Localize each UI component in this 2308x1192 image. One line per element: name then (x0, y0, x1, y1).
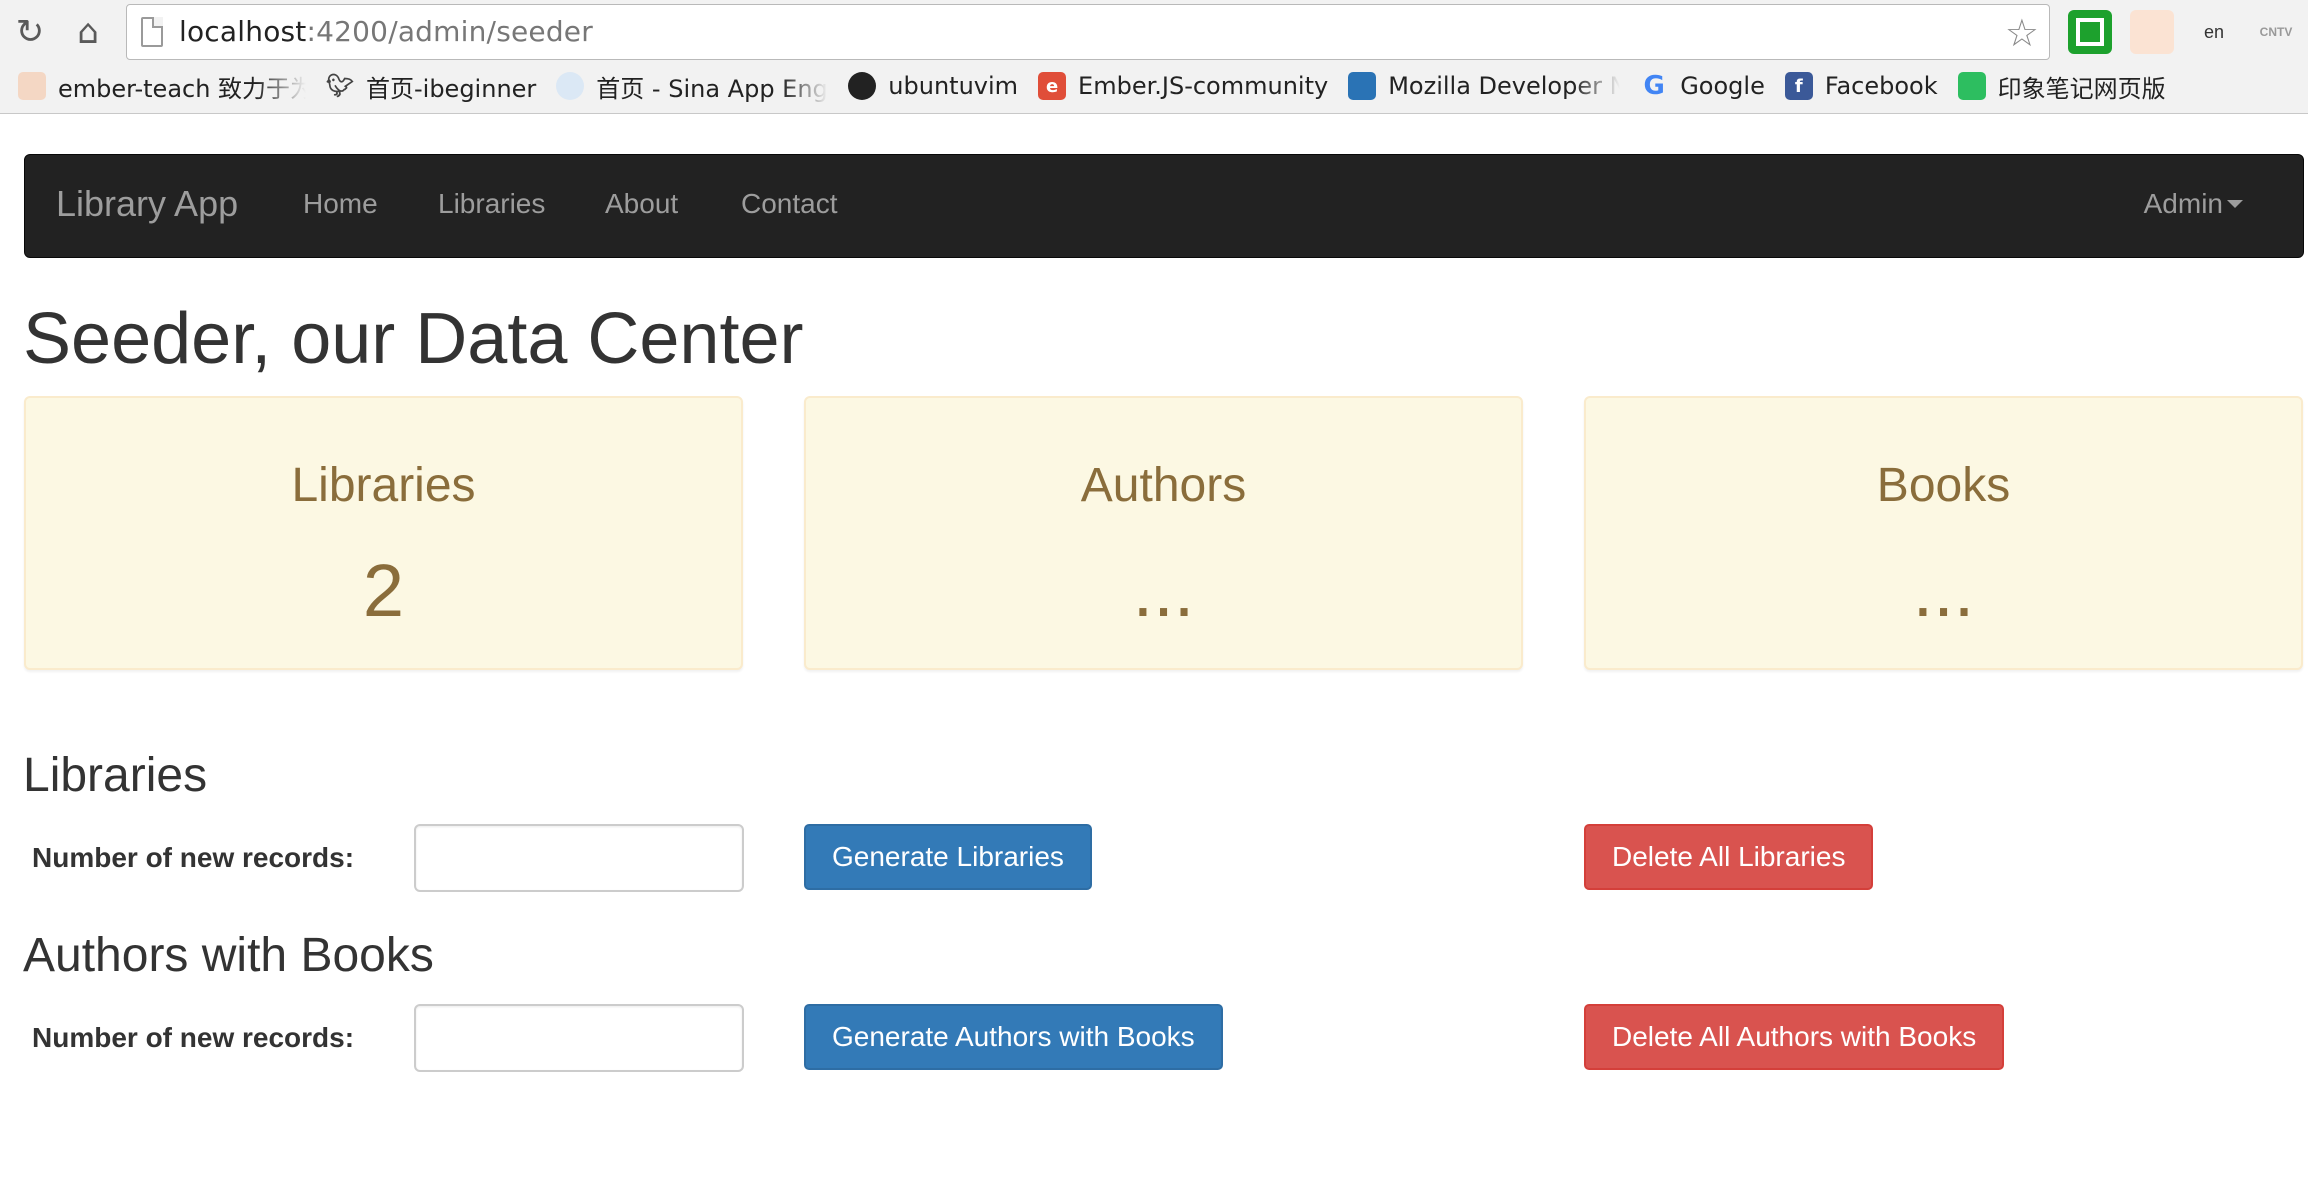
extension-cntv-icon[interactable]: CNTV (2254, 10, 2298, 54)
nav-about[interactable]: About (605, 188, 678, 220)
address-bar[interactable]: localhost:4200/admin/seeder ☆ (126, 4, 2050, 60)
bookmark-ember-community[interactable]: e Ember.JS-community (1038, 72, 1328, 100)
app-navbar: Library App Home Libraries About Contact… (24, 154, 2304, 258)
authors-records-label: Number of new records: (32, 1022, 355, 1053)
stat-title: Authors (1080, 459, 1247, 512)
nav-home[interactable]: Home (303, 188, 378, 220)
bookmark-ubuntuvim[interactable]: ubuntuvim (848, 72, 1018, 100)
stat-value: 2 (362, 549, 405, 632)
url-host: localhost (179, 15, 307, 48)
admin-label: Admin (2143, 188, 2223, 219)
stat-panel-authors: Authors ... (804, 396, 1523, 670)
ember-teach-icon (18, 72, 46, 100)
libraries-records-input[interactable] (414, 824, 744, 892)
bookmark-label: Facebook (1824, 72, 1938, 100)
stat-value: ... (1132, 549, 1195, 632)
cloud-icon (556, 72, 585, 100)
bookmark-evernote[interactable]: 印象笔记网页版 (1957, 69, 2166, 104)
bookmark-label: ubuntuvim (888, 72, 1019, 100)
mdn-icon (1348, 72, 1377, 100)
authors-heading: Authors with Books (23, 929, 434, 982)
bird-icon: 🐦︎ (326, 73, 354, 99)
bookmark-label: Google (1680, 72, 1765, 100)
evernote-icon (1957, 72, 1986, 100)
bookmark-ember-teach[interactable]: ember-teach 致力于为 (18, 69, 306, 104)
facebook-icon: f (1784, 72, 1813, 100)
browser-chrome: ↻ ⌂ localhost:4200/admin/seeder ☆ en CNT… (0, 0, 2308, 114)
extension-green-icon[interactable] (2068, 10, 2112, 54)
home-icon[interactable]: ⌂ (66, 10, 110, 54)
page-icon (141, 17, 163, 47)
authors-records-input[interactable] (414, 1004, 744, 1072)
delete-libraries-button[interactable]: Delete All Libraries (1584, 824, 1874, 890)
extension-translate-icon[interactable]: en (2192, 10, 2236, 54)
extension-ember-icon[interactable] (2130, 10, 2174, 54)
google-icon: G (1643, 71, 1665, 101)
stat-panel-libraries: Libraries 2 (24, 396, 743, 670)
page-title: Seeder, our Data Center (23, 299, 804, 379)
libraries-heading: Libraries (23, 749, 208, 802)
bookmark-label: 首页 - Sina App Engine (596, 74, 828, 103)
bookmark-label: 印象笔记网页版 (1997, 74, 2166, 103)
generate-libraries-button[interactable]: Generate Libraries (804, 824, 1092, 890)
stat-title: Libraries (291, 459, 476, 512)
bookmark-sina-app-engine[interactable]: 首页 - Sina App Engine (556, 69, 828, 104)
bookmark-facebook[interactable]: f Facebook (1784, 72, 1938, 100)
bookmark-label: ember-teach 致力于为 (58, 74, 306, 103)
generate-authors-button[interactable]: Generate Authors with Books (804, 1004, 1223, 1070)
bookmark-google[interactable]: G Google (1640, 71, 1765, 101)
reload-icon[interactable]: ↻ (8, 10, 52, 54)
bookmark-star-icon[interactable]: ☆ (2005, 11, 2039, 55)
bookmarks-bar: ember-teach 致力于为 🐦︎ 首页-ibeginner 首页 - Si… (0, 66, 2308, 106)
bookmark-ibeginner[interactable]: 🐦︎ 首页-ibeginner (326, 69, 536, 104)
stat-title: Books (1876, 459, 2011, 512)
github-icon (848, 72, 877, 100)
ember-icon: e (1038, 72, 1067, 100)
url-path: :4200/admin/seeder (306, 15, 593, 48)
bookmark-label: Ember.JS-community (1078, 72, 1329, 100)
stat-value: ... (1912, 549, 1975, 632)
delete-authors-button[interactable]: Delete All Authors with Books (1584, 1004, 2005, 1070)
admin-dropdown[interactable]: Admin (2144, 188, 2243, 220)
stat-panel-books: Books ... (1584, 396, 2303, 670)
nav-libraries[interactable]: Libraries (438, 188, 545, 220)
bookmark-label: Mozilla Developer Network (1388, 72, 1621, 100)
caret-down-icon (2227, 199, 2243, 208)
url-text[interactable]: localhost:4200/admin/seeder (179, 15, 593, 48)
navbar-brand[interactable]: Library App (56, 183, 238, 225)
bookmark-label: 首页-ibeginner (366, 74, 537, 103)
bookmark-mdn[interactable]: Mozilla Developer Network (1348, 72, 1620, 100)
nav-contact[interactable]: Contact (741, 188, 838, 220)
libraries-records-label: Number of new records: (32, 842, 355, 873)
